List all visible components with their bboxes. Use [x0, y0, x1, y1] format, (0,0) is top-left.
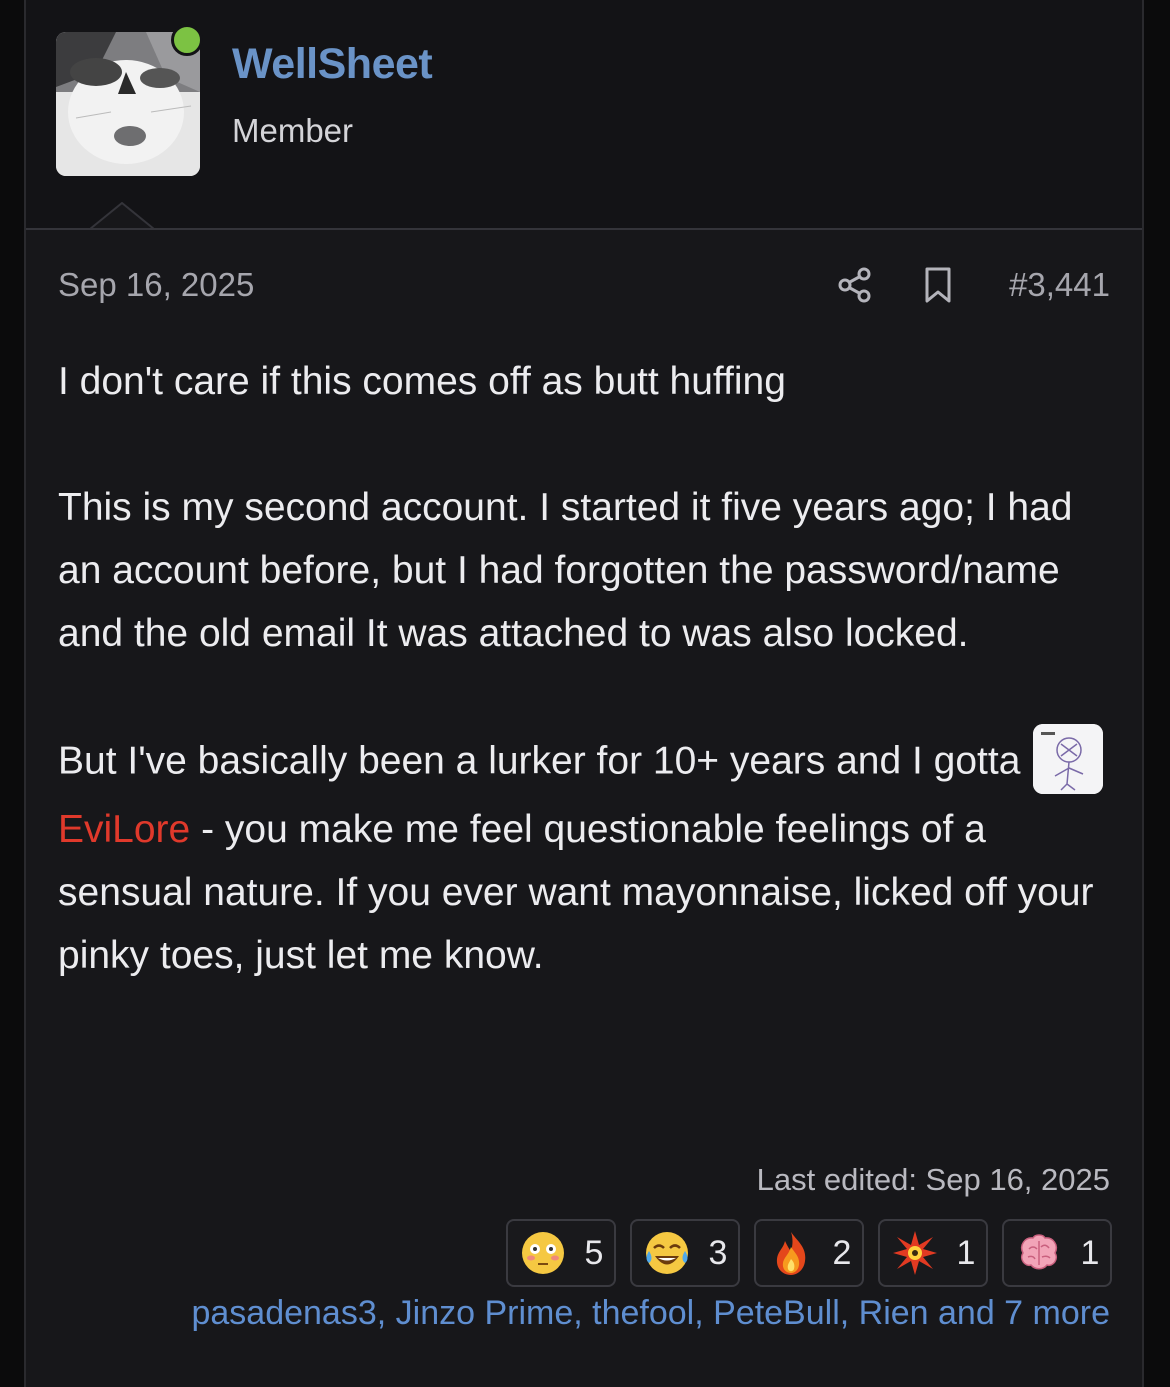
- author-username[interactable]: WellSheet: [232, 40, 433, 89]
- post-paragraph: I don't care if this comes off as butt h…: [58, 360, 786, 403]
- flushed-face-icon: [521, 1232, 564, 1274]
- user-block: WellSheet Member: [26, 0, 1142, 230]
- tears-of-joy-icon: [645, 1232, 688, 1274]
- reaction-count: 1: [1080, 1233, 1100, 1272]
- paragraph-text: But I've basically been a lurker for 10+…: [58, 739, 1021, 783]
- sketch-avatar-image: [1033, 724, 1104, 794]
- paragraph-text: - you make me feel questionable feelings…: [58, 808, 1094, 977]
- user-block-pointer-icon: [90, 202, 154, 230]
- fire-icon: [776, 1232, 805, 1275]
- reaction-count: 1: [956, 1233, 976, 1272]
- reaction-explosion[interactable]: 1: [878, 1219, 988, 1287]
- reactors-list-link[interactable]: pasadenas3, Jinzo Prime, thefool, PeteBu…: [191, 1294, 1110, 1333]
- reaction-flushed[interactable]: 5: [506, 1219, 616, 1287]
- reaction-count: 3: [708, 1233, 728, 1272]
- share-icon[interactable]: [836, 266, 874, 304]
- post-body: I don't care if this comes off as butt h…: [58, 350, 1118, 987]
- explosion-star-icon: [892, 1231, 937, 1275]
- post-container: WellSheet Member Sep 16, 2025 #3,441 I d…: [24, 0, 1144, 1387]
- post-number-link[interactable]: #3,441: [1009, 266, 1110, 304]
- user-mention-link[interactable]: EviLore: [58, 808, 190, 851]
- reaction-count: 2: [832, 1233, 852, 1272]
- post-paragraph: This is my second account. I started it …: [58, 486, 1073, 655]
- last-edited-label: Last edited: Sep 16, 2025: [756, 1162, 1110, 1197]
- bookmark-icon[interactable]: [922, 266, 954, 304]
- reactions-bar: 5 3 2 1 1: [506, 1219, 1112, 1287]
- author-user-title: Member: [232, 112, 354, 149]
- reaction-fire[interactable]: 2: [754, 1219, 864, 1287]
- online-status-dot: [171, 24, 203, 56]
- reaction-tears-of-joy[interactable]: 3: [630, 1219, 740, 1287]
- post-date[interactable]: Sep 16, 2025: [58, 266, 254, 304]
- brain-icon: [1020, 1234, 1057, 1270]
- reaction-count: 5: [584, 1233, 604, 1272]
- reaction-brain[interactable]: 1: [1002, 1219, 1112, 1287]
- mention-avatar[interactable]: [1033, 724, 1104, 794]
- post-paragraph-with-mention: But I've basically been a lurker for 10+…: [58, 724, 1118, 987]
- user-block-divider: [26, 228, 1142, 230]
